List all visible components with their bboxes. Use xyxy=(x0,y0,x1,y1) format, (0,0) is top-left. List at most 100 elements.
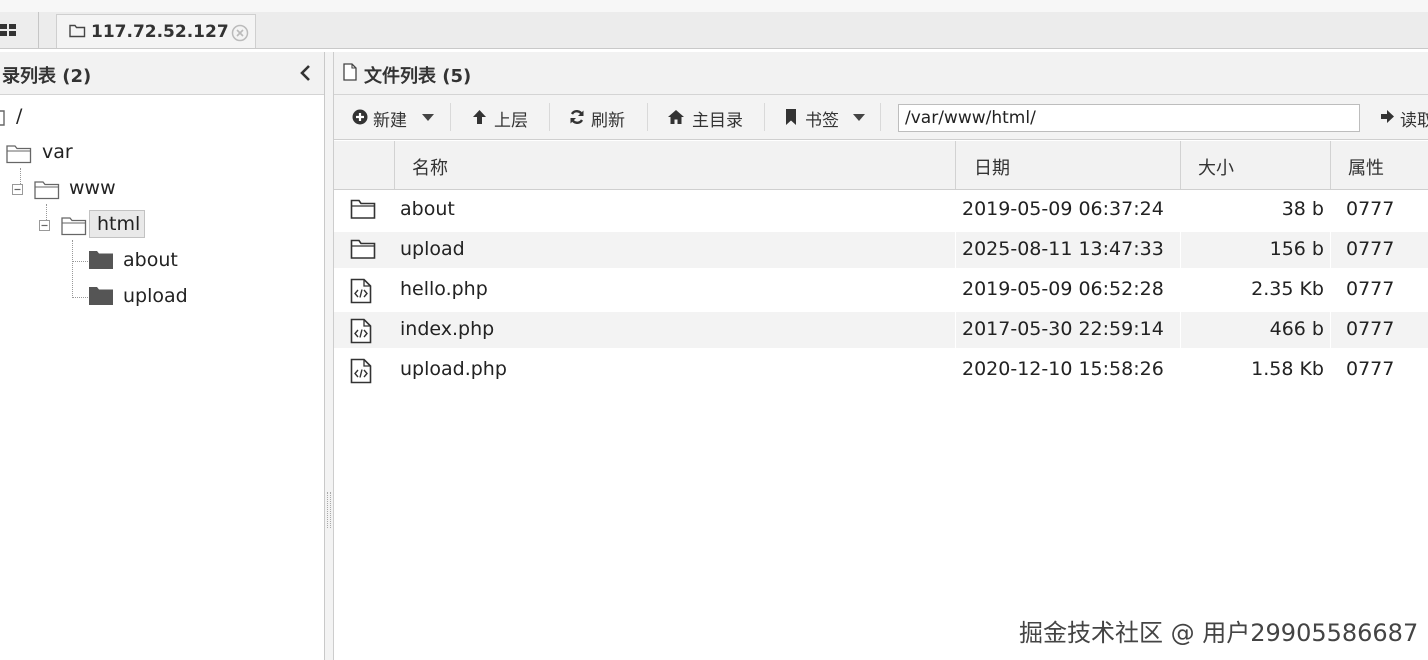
code-file-icon xyxy=(350,278,372,304)
tree-node-root[interactable]: / xyxy=(16,105,22,127)
file-table-header: 名称 日期 大小 属性 xyxy=(334,141,1428,190)
file-date: 2020-12-10 15:58:26 xyxy=(962,358,1164,380)
file-name: upload xyxy=(400,238,465,260)
chevron-left-icon[interactable] xyxy=(299,65,311,81)
folder-icon xyxy=(69,24,86,38)
home-label: 主目录 xyxy=(692,111,743,131)
directory-panel-title: 录列表 (2) xyxy=(2,66,92,87)
file-list-panel: 文件列表 (5) 新建 上层 刷新 主目录 书签 /var/www/html/ … xyxy=(334,52,1428,660)
new-button[interactable]: 新建 xyxy=(350,95,440,139)
table-row[interactable]: hello.php 2019-05-09 06:52:28 2.35 Kb 07… xyxy=(334,272,1428,308)
read-button[interactable]: 读取 xyxy=(1378,95,1428,139)
bookmark-label: 书签 xyxy=(805,111,839,131)
file-list-header: 文件列表 (5) xyxy=(334,52,1428,95)
tree-node-html[interactable]: html xyxy=(97,213,140,235)
refresh-label: 刷新 xyxy=(591,111,625,131)
path-input[interactable] xyxy=(898,104,1360,132)
panel-splitter[interactable] xyxy=(325,52,334,660)
caret-down-icon xyxy=(853,114,865,121)
collapse-toggle-icon[interactable] xyxy=(12,184,23,195)
home-icon xyxy=(668,110,684,124)
table-row[interactable]: index.php 2017-05-30 22:59:14 466 b 0777 xyxy=(334,312,1428,348)
column-name-label: 名称 xyxy=(412,158,448,179)
bookmark-icon xyxy=(786,109,796,125)
table-row[interactable]: upload 2025-08-11 13:47:33 156 b 0777 xyxy=(334,232,1428,268)
file-date: 2017-05-30 22:59:14 xyxy=(962,318,1164,340)
toolbar-separator xyxy=(880,103,881,131)
tree-line xyxy=(72,261,88,262)
new-button-label: 新建 xyxy=(373,111,407,131)
file-name: about xyxy=(400,198,455,220)
table-row[interactable]: about 2019-05-09 06:37:24 38 b 0777 xyxy=(334,192,1428,228)
folder-open-icon xyxy=(6,145,32,164)
tree-node-var[interactable]: var xyxy=(42,141,73,163)
column-header-attr[interactable]: 属性 xyxy=(1330,141,1428,189)
home-button[interactable]: 主目录 xyxy=(667,95,762,139)
file-size: 156 b xyxy=(1269,238,1324,260)
folder-icon xyxy=(350,199,376,219)
folder-icon xyxy=(0,110,5,126)
folder-icon xyxy=(350,239,376,259)
up-level-button[interactable]: 上层 xyxy=(470,95,550,139)
file-attr: 0777 xyxy=(1346,278,1395,300)
file-list-title: 文件列表 (5) xyxy=(364,66,472,87)
file-name: index.php xyxy=(400,318,495,340)
cell-divider xyxy=(955,312,956,348)
file-attr: 0777 xyxy=(1346,198,1395,220)
arrow-right-icon xyxy=(1381,110,1394,123)
code-file-icon xyxy=(350,318,372,344)
column-size-label: 大小 xyxy=(1198,158,1234,179)
toolbar-separator xyxy=(647,103,648,131)
folder-icon xyxy=(89,287,113,305)
read-label: 读取 xyxy=(1400,111,1428,131)
directory-panel-header: 录列表 (2) xyxy=(0,52,324,95)
file-attr: 0777 xyxy=(1346,238,1395,260)
bookmark-button[interactable]: 书签 xyxy=(784,95,869,139)
file-date: 2025-08-11 13:47:33 xyxy=(962,238,1164,260)
refresh-button[interactable]: 刷新 xyxy=(568,95,648,139)
toolbar-separator xyxy=(549,103,550,131)
refresh-icon xyxy=(570,110,584,124)
code-file-icon xyxy=(350,358,372,384)
cell-divider xyxy=(1180,312,1181,348)
file-name: upload.php xyxy=(400,358,507,380)
grid-menu-button[interactable] xyxy=(0,12,39,48)
file-size: 466 b xyxy=(1269,318,1324,340)
document-icon xyxy=(343,63,357,81)
column-attr-label: 属性 xyxy=(1348,158,1384,179)
folder-icon xyxy=(89,251,113,269)
directory-panel: 录列表 (2) / var www html about upload xyxy=(0,52,325,660)
file-toolbar: 新建 上层 刷新 主目录 书签 /var/www/html/ 读取 xyxy=(334,95,1428,140)
tab-connection[interactable]: 117.72.52.127 xyxy=(56,14,256,48)
collapse-toggle-icon[interactable] xyxy=(39,220,50,231)
file-date: 2019-05-09 06:37:24 xyxy=(962,198,1164,220)
column-header-name[interactable]: 名称 xyxy=(394,141,954,189)
file-name: hello.php xyxy=(400,278,488,300)
column-header-size[interactable]: 大小 xyxy=(1180,141,1329,189)
tree-node-upload[interactable]: upload xyxy=(123,285,188,307)
cell-divider xyxy=(1180,232,1181,268)
caret-down-icon xyxy=(422,114,434,121)
cell-divider xyxy=(955,232,956,268)
tree-line xyxy=(72,240,73,296)
tab-label: 117.72.52.127 xyxy=(91,22,229,42)
folder-open-icon xyxy=(34,181,60,200)
file-attr: 0777 xyxy=(1346,318,1395,340)
tree-line xyxy=(72,297,88,298)
tree-node-about[interactable]: about xyxy=(123,249,178,271)
column-header-date[interactable]: 日期 xyxy=(955,141,1179,189)
table-row[interactable]: upload.php 2020-12-10 15:58:26 1.58 Kb 0… xyxy=(334,352,1428,388)
folder-open-icon xyxy=(61,217,87,236)
file-date: 2019-05-09 06:52:28 xyxy=(962,278,1164,300)
cell-divider xyxy=(1330,232,1331,268)
cell-divider xyxy=(1330,312,1331,348)
watermark: 掘金技术社区 @ 用户29905586687 xyxy=(1019,619,1419,647)
toolbar-separator xyxy=(764,103,765,131)
file-size: 2.35 Kb xyxy=(1251,278,1324,300)
tree-node-www[interactable]: www xyxy=(69,177,116,199)
column-date-label: 日期 xyxy=(974,158,1010,179)
toolbar-separator xyxy=(450,103,451,131)
plus-circle-icon xyxy=(352,109,368,125)
file-size: 1.58 Kb xyxy=(1251,358,1324,380)
close-icon[interactable] xyxy=(231,24,249,42)
